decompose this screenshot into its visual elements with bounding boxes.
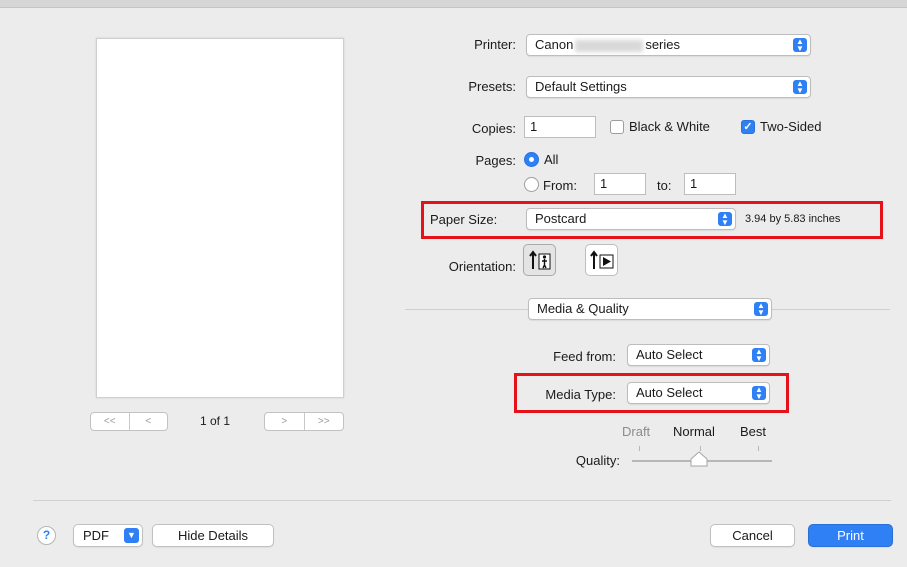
quality-slider-thumb[interactable] [690, 451, 708, 467]
popup-stepper-icon: ▲ ▼ [754, 302, 768, 317]
feed-from-popup[interactable]: Auto Select ▲ ▼ [627, 344, 770, 366]
hide-details-button[interactable]: Hide Details [152, 524, 274, 547]
two-sided-label: Two-Sided [760, 119, 822, 134]
media-type-value: Auto Select [636, 385, 703, 400]
prev-page-buttons[interactable]: << < [90, 412, 168, 431]
portrait-orientation-button[interactable] [523, 244, 556, 276]
popup-stepper-icon: ▲ ▼ [718, 212, 732, 227]
page-preview [96, 38, 344, 398]
pages-all-label: All [544, 152, 559, 167]
last-page-button[interactable]: >> [303, 413, 344, 430]
section-popup-value: Media & Quality [537, 301, 629, 316]
orientation-label: Orientation: [448, 259, 516, 274]
pdf-label: PDF [83, 528, 109, 543]
black-white-checkbox[interactable] [610, 120, 624, 134]
copies-field[interactable]: 1 [524, 116, 596, 138]
quality-option-draft: Draft [622, 424, 651, 439]
landscape-orientation-button[interactable] [585, 244, 618, 276]
black-white-label: Black & White [629, 119, 710, 134]
pages-from-field[interactable]: 1 [594, 173, 646, 195]
pages-from-label: From: [543, 178, 577, 193]
printer-popup[interactable]: Canon series ▲ ▼ [526, 34, 811, 56]
first-page-button[interactable]: << [91, 413, 129, 430]
quality-option-normal: Normal [673, 424, 715, 439]
popup-stepper-icon: ▲ ▼ [793, 80, 807, 95]
footer-separator [33, 500, 891, 501]
pages-all-radio[interactable] [524, 152, 539, 167]
pages-to-label: to: [657, 178, 672, 193]
previous-page-button[interactable]: < [128, 413, 168, 430]
popup-stepper-icon: ▲ ▼ [752, 348, 766, 363]
popup-stepper-icon: ▲ ▼ [752, 386, 766, 401]
presets-popup[interactable]: Default Settings ▲ ▼ [526, 76, 811, 98]
presets-label: Presets: [468, 79, 516, 94]
print-button[interactable]: Print [808, 524, 893, 547]
page-indicator: 1 of 1 [200, 414, 231, 428]
quality-tick-best [758, 446, 759, 451]
help-button[interactable]: ? [37, 526, 56, 545]
landscape-icon [590, 250, 614, 269]
printer-name-suffix: series [645, 37, 680, 52]
pages-to-field[interactable]: 1 [684, 173, 736, 195]
quality-option-best: Best [740, 424, 767, 439]
two-sided-checkbox[interactable]: ✓ [741, 120, 755, 134]
popup-stepper-icon: ▲ ▼ [793, 38, 807, 53]
pdf-menu-button[interactable]: PDF ▼ [73, 524, 143, 547]
quality-tick-draft [639, 446, 640, 451]
pages-from-radio[interactable] [524, 177, 539, 192]
feed-from-value: Auto Select [636, 347, 703, 362]
pages-label: Pages: [475, 153, 516, 168]
next-page-buttons[interactable]: > >> [264, 412, 344, 431]
feed-from-label: Feed from: [553, 349, 616, 364]
printer-name-prefix: Canon [535, 37, 574, 52]
section-popup[interactable]: Media & Quality ▲ ▼ [528, 298, 772, 320]
cancel-button[interactable]: Cancel [710, 524, 795, 547]
printer-label: Printer: [474, 37, 516, 52]
media-type-popup[interactable]: Auto Select ▲ ▼ [627, 382, 770, 404]
media-type-label: Media Type: [545, 387, 616, 402]
paper-dimensions: 3.94 by 5.83 inches [745, 213, 841, 225]
redacted-model [575, 39, 644, 52]
paper-size-label: Paper Size: [430, 212, 498, 227]
next-page-button[interactable]: > [265, 413, 304, 430]
portrait-icon [529, 250, 551, 270]
quality-label: Quality: [575, 453, 620, 468]
paper-size-value: Postcard [535, 211, 587, 226]
paper-size-popup[interactable]: Postcard ▲ ▼ [526, 208, 736, 230]
window-top-edge [0, 0, 907, 8]
copies-label: Copies: [471, 121, 516, 136]
chevron-down-icon: ▼ [124, 528, 139, 543]
presets-value: Default Settings [535, 79, 627, 94]
